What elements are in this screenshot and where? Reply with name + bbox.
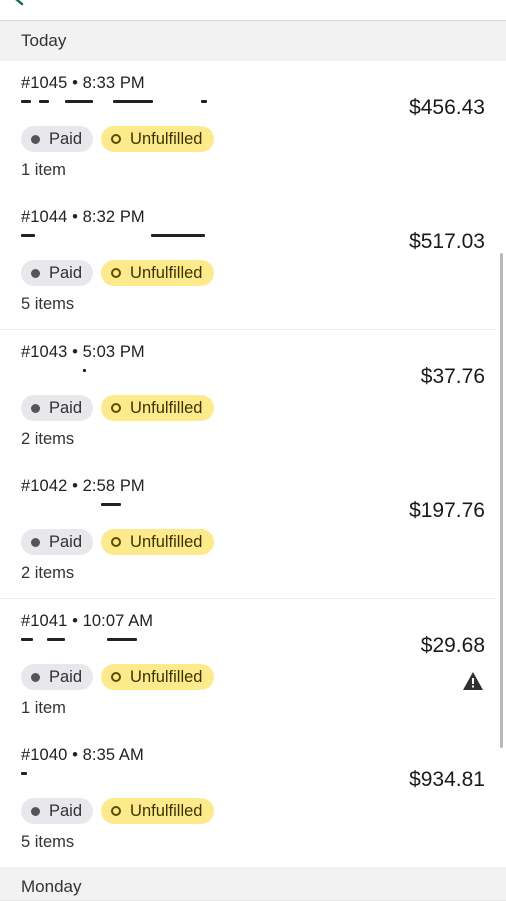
- status-badges: Paid Unfulfilled: [21, 529, 214, 555]
- order-number-time: #1042 • 2:58 PM: [21, 477, 145, 495]
- fulfillment-status-badge: Unfulfilled: [101, 126, 214, 152]
- scrollbar[interactable]: [500, 253, 503, 748]
- payment-status-badge: Paid: [21, 798, 94, 824]
- fulfillment-status-label: Unfulfilled: [130, 129, 203, 148]
- order-total: $37.76: [420, 365, 485, 388]
- ring-dot-icon: [111, 134, 122, 144]
- filled-dot-icon: [31, 806, 40, 816]
- ring-dot-icon: [111, 806, 122, 816]
- status-badges: Paid Unfulfilled: [21, 664, 214, 690]
- payment-status-badge: Paid: [21, 529, 94, 555]
- section-label: Today: [21, 31, 67, 50]
- status-badges: Paid Unfulfilled: [21, 395, 214, 421]
- fulfillment-status-badge: Unfulfilled: [101, 395, 214, 421]
- fulfillment-status-badge: Unfulfilled: [101, 664, 214, 690]
- order-row-1042[interactable]: #1042 • 2:58 PM $197.76 Paid Unfulfilled…: [0, 464, 506, 599]
- filled-dot-icon: [31, 134, 40, 144]
- order-total: $29.68: [420, 634, 485, 657]
- payment-status-badge: Paid: [21, 395, 94, 421]
- ring-dot-icon: [111, 672, 122, 682]
- order-row-1045[interactable]: #1045 • 8:33 PM $456.43 Paid Unfulfilled…: [0, 61, 506, 196]
- payment-status-label: Paid: [49, 398, 83, 417]
- payment-status-badge: Paid: [21, 126, 94, 152]
- order-total: $197.76: [409, 499, 485, 522]
- item-count: 1 item: [21, 161, 66, 179]
- filled-dot-icon: [31, 537, 40, 547]
- order-row-1043[interactable]: #1043 • 5:03 PM $37.76 Paid Unfulfilled …: [0, 330, 506, 465]
- ring-dot-icon: [111, 403, 122, 413]
- customer-name-redacted: [21, 98, 211, 104]
- order-total: $934.81: [409, 768, 485, 791]
- payment-status-badge: Paid: [21, 260, 94, 286]
- customer-name-redacted: [21, 770, 211, 776]
- order-total: $456.43: [409, 96, 485, 119]
- fulfillment-status-badge: Unfulfilled: [101, 798, 214, 824]
- chevron-left-icon[interactable]: [12, 0, 26, 6]
- fulfillment-status-label: Unfulfilled: [130, 801, 203, 820]
- item-count: 5 items: [21, 295, 75, 313]
- item-count: 5 items: [21, 833, 75, 851]
- ring-dot-icon: [111, 537, 122, 547]
- payment-status-label: Paid: [49, 263, 83, 282]
- customer-name-redacted: [21, 636, 211, 642]
- customer-name-redacted: [21, 232, 211, 238]
- filled-dot-icon: [31, 268, 40, 278]
- status-badges: Paid Unfulfilled: [21, 260, 214, 286]
- top-navigation-bar: [0, 0, 506, 21]
- fulfillment-status-badge: Unfulfilled: [101, 260, 214, 286]
- alert-triangle-icon: [463, 672, 483, 690]
- item-count: 1 item: [21, 699, 66, 717]
- order-row-1041[interactable]: #1041 • 10:07 AM $29.68 Paid Unfulfilled…: [0, 599, 506, 734]
- section-label: Monday: [21, 877, 82, 896]
- payment-status-label: Paid: [49, 801, 83, 820]
- status-badges: Paid Unfulfilled: [21, 126, 214, 152]
- payment-status-badge: Paid: [21, 664, 94, 690]
- ring-dot-icon: [111, 268, 122, 278]
- fulfillment-status-label: Unfulfilled: [130, 532, 203, 551]
- order-number-time: #1044 • 8:32 PM: [21, 208, 145, 226]
- payment-status-label: Paid: [49, 667, 83, 686]
- order-row-1044[interactable]: #1044 • 8:32 PM $517.03 Paid Unfulfilled…: [0, 195, 506, 330]
- status-badges: Paid Unfulfilled: [21, 798, 214, 824]
- fulfillment-status-label: Unfulfilled: [130, 263, 203, 282]
- order-total: $517.03: [409, 230, 485, 253]
- customer-name-redacted: [21, 367, 211, 373]
- order-number-time: #1040 • 8:35 AM: [21, 746, 144, 764]
- filled-dot-icon: [31, 672, 40, 682]
- item-count: 2 items: [21, 430, 75, 448]
- section-header-monday: Monday: [0, 867, 506, 901]
- order-number-time: #1041 • 10:07 AM: [21, 612, 154, 630]
- payment-status-label: Paid: [49, 129, 83, 148]
- order-row-1040[interactable]: #1040 • 8:35 AM $934.81 Paid Unfulfilled…: [0, 733, 506, 868]
- fulfillment-status-label: Unfulfilled: [130, 398, 203, 417]
- fulfillment-status-label: Unfulfilled: [130, 667, 203, 686]
- order-number-time: #1045 • 8:33 PM: [21, 74, 145, 92]
- order-number-time: #1043 • 5:03 PM: [21, 343, 145, 361]
- item-count: 2 items: [21, 564, 75, 582]
- payment-status-label: Paid: [49, 532, 83, 551]
- customer-name-redacted: [21, 501, 211, 507]
- section-header-today: Today: [0, 21, 506, 62]
- filled-dot-icon: [31, 403, 40, 413]
- fulfillment-status-badge: Unfulfilled: [101, 529, 214, 555]
